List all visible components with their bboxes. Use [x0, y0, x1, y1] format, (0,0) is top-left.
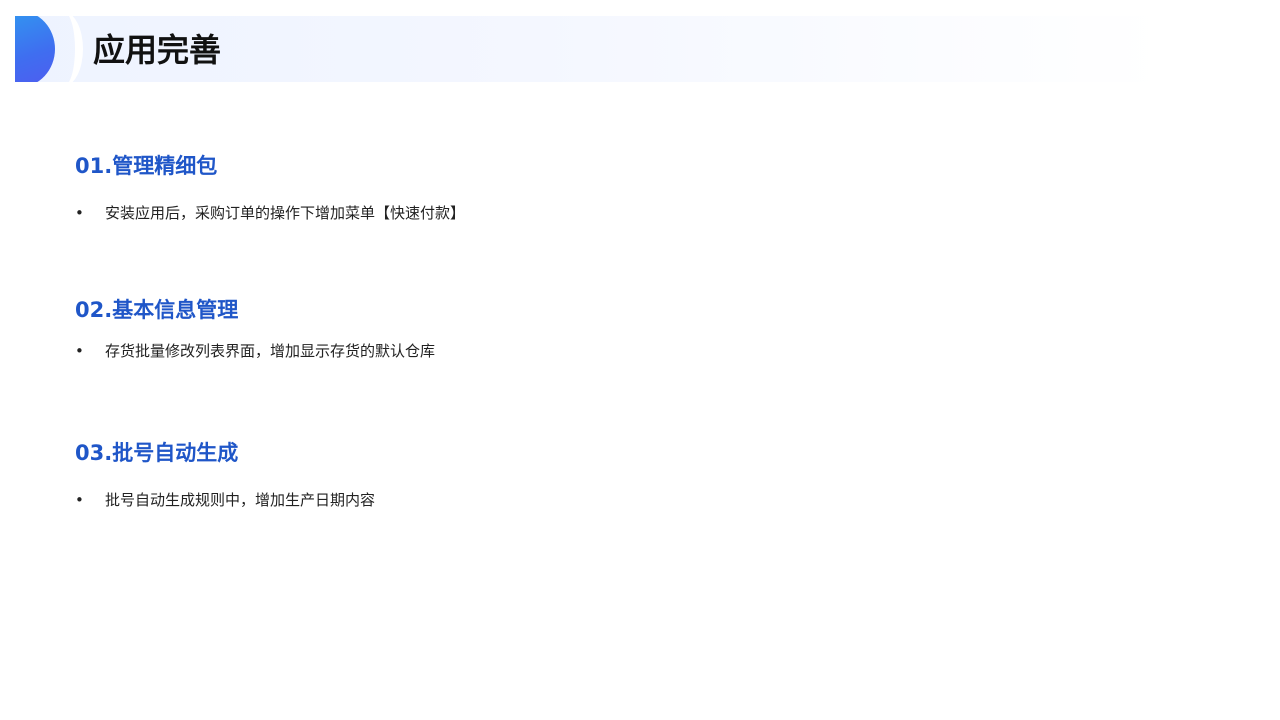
header-swoosh-shape — [45, 16, 83, 82]
bullet-dot: • — [75, 491, 84, 509]
bullet-dot: • — [75, 342, 84, 360]
section-basic-info-management: 02.基本信息管理 • 存货批量修改列表界面，增加显示存货的默认仓库 — [75, 296, 1175, 362]
section-heading: 02.基本信息管理 — [75, 298, 239, 322]
section-batch-number-generation: 03.批号自动生成 • 批号自动生成规则中，增加生产日期内容 — [75, 439, 1175, 511]
bullet-text: 批号自动生成规则中，增加生产日期内容 — [105, 491, 376, 509]
bullet-item: • 批号自动生成规则中，增加生产日期内容 — [75, 489, 1175, 511]
bullet-dot: • — [75, 204, 84, 222]
bullet-item: • 存货批量修改列表界面，增加显示存货的默认仓库 — [75, 340, 1175, 362]
bullet-text: 存货批量修改列表界面，增加显示存货的默认仓库 — [105, 342, 436, 360]
section-heading: 03.批号自动生成 — [75, 441, 239, 465]
page-title: 应用完善 — [93, 31, 222, 69]
section-management-package: 01.管理精细包 • 安装应用后，采购订单的操作下增加菜单【快速付款】 — [75, 152, 1175, 224]
section-heading: 01.管理精细包 — [75, 154, 218, 178]
slide: 应用完善 01.管理精细包 • 安装应用后，采购订单的操作下增加菜单【快速付款】… — [0, 0, 1280, 720]
bullet-item: • 安装应用后，采购订单的操作下增加菜单【快速付款】 — [75, 202, 1175, 224]
bullet-text: 安装应用后，采购订单的操作下增加菜单【快速付款】 — [105, 204, 466, 222]
